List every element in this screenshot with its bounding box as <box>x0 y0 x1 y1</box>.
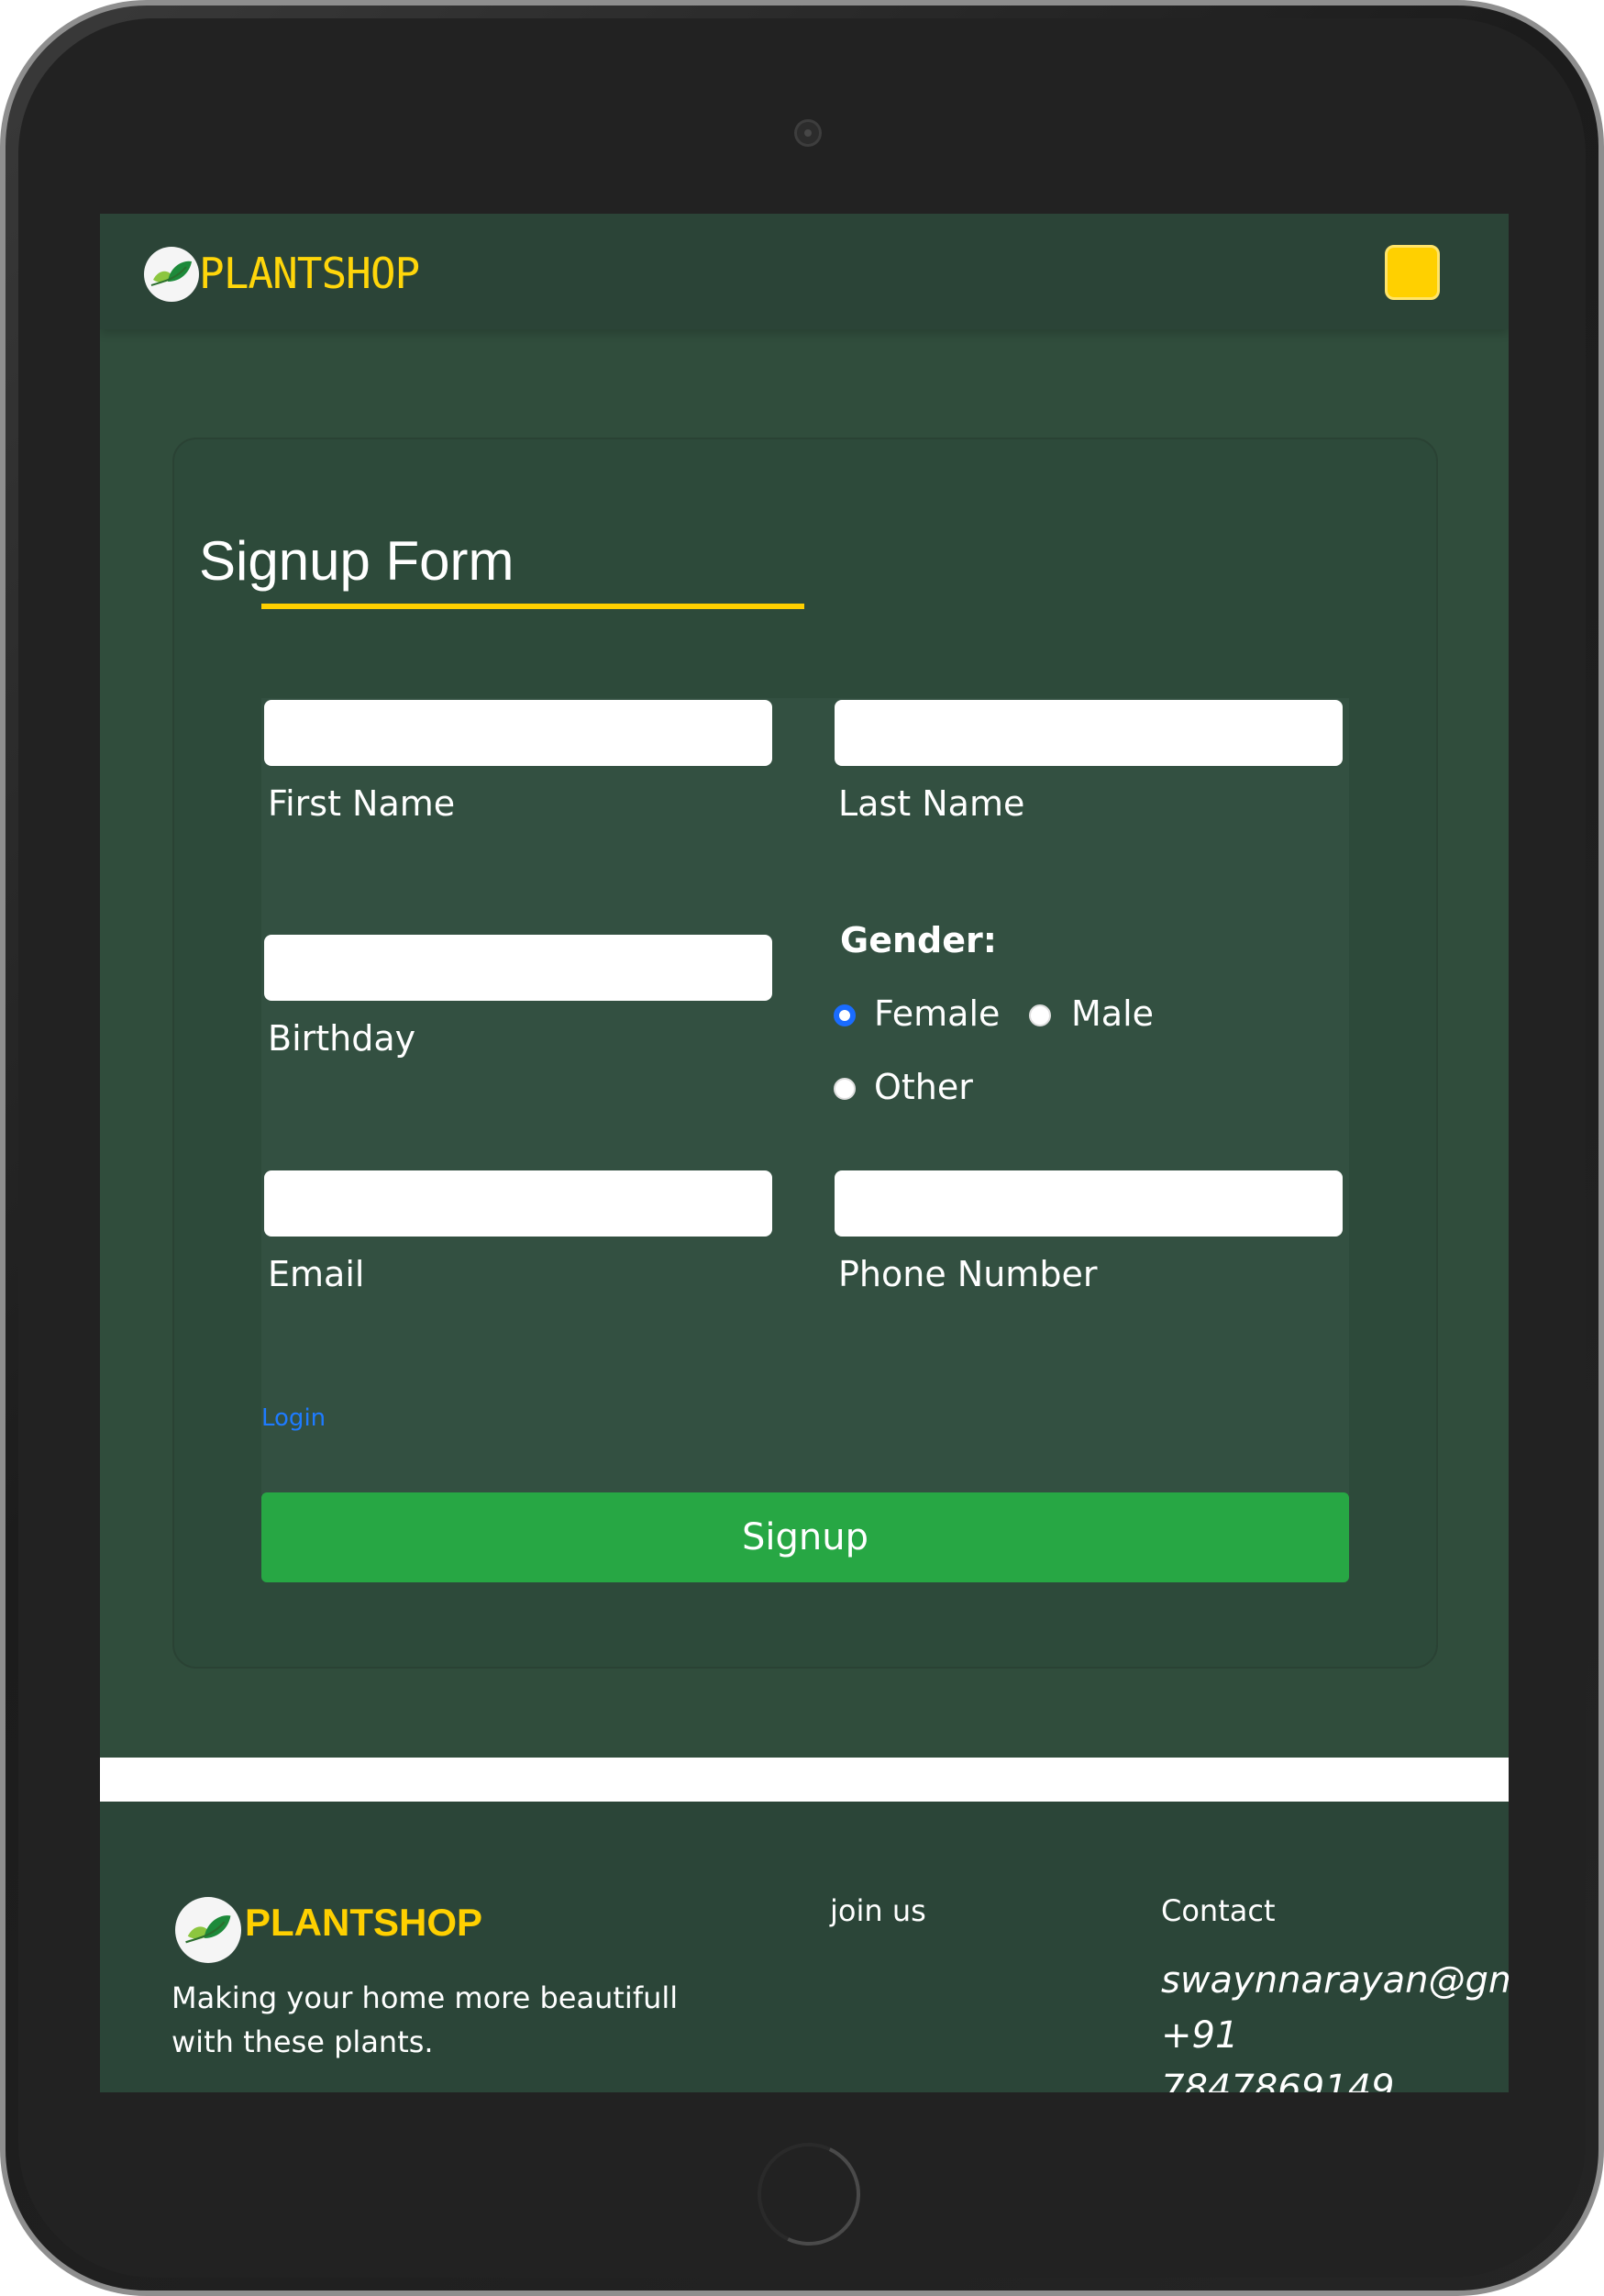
gender-male-label[interactable]: Male <box>1071 993 1154 1034</box>
login-link[interactable]: Login <box>261 1404 326 1432</box>
last-name-input[interactable] <box>835 700 1343 766</box>
tablet-frame: PLANTSHOP Signup Form First Name Last Na… <box>0 0 1604 2296</box>
footer-email[interactable]: swaynnarayan@gmail.com <box>1161 1959 1509 2002</box>
gender-label: Gender: <box>840 920 997 960</box>
last-name-label: Last Name <box>838 783 1025 824</box>
brand-name[interactable]: PLANTSHOP <box>199 249 420 298</box>
footer-leaf-logo-icon <box>175 1897 241 1963</box>
footer-contact-heading: Contact <box>1161 1893 1276 1928</box>
birthday-input[interactable] <box>264 935 772 1001</box>
email-input[interactable] <box>264 1170 772 1237</box>
screen: PLANTSHOP Signup Form First Name Last Na… <box>100 214 1509 2092</box>
first-name-label: First Name <box>268 783 456 824</box>
gender-female-radio[interactable] <box>834 1004 856 1026</box>
email-label: Email <box>268 1254 365 1294</box>
footer-tagline: Making your home more beautifull with th… <box>171 1980 679 2059</box>
footer-join-us[interactable]: join us <box>830 1893 926 1928</box>
navbar: PLANTSHOP <box>100 214 1509 329</box>
signup-button[interactable]: Signup <box>261 1492 1349 1582</box>
footer-brand: PLANTSHOP <box>245 1901 483 1944</box>
gender-other-radio[interactable] <box>834 1078 856 1100</box>
gender-male-radio[interactable] <box>1029 1004 1051 1026</box>
footer: PLANTSHOP Making your home more beautifu… <box>100 1802 1509 2092</box>
birthday-label: Birthday <box>268 1018 416 1059</box>
footer-divider <box>100 1758 1509 1802</box>
menu-toggle-icon[interactable] <box>1385 245 1440 300</box>
first-name-input[interactable] <box>264 700 772 766</box>
gender-female-label[interactable]: Female <box>874 993 1000 1034</box>
gender-other-label[interactable]: Other <box>874 1067 973 1107</box>
footer-phone[interactable]: +91 7847869149 <box>1161 2009 1399 2092</box>
title-underline <box>261 604 804 609</box>
phone-input[interactable] <box>835 1170 1343 1237</box>
page-title: Signup Form <box>199 530 514 592</box>
leaf-logo-icon[interactable] <box>144 247 199 302</box>
camera-icon <box>794 119 822 147</box>
phone-label: Phone Number <box>838 1254 1098 1294</box>
